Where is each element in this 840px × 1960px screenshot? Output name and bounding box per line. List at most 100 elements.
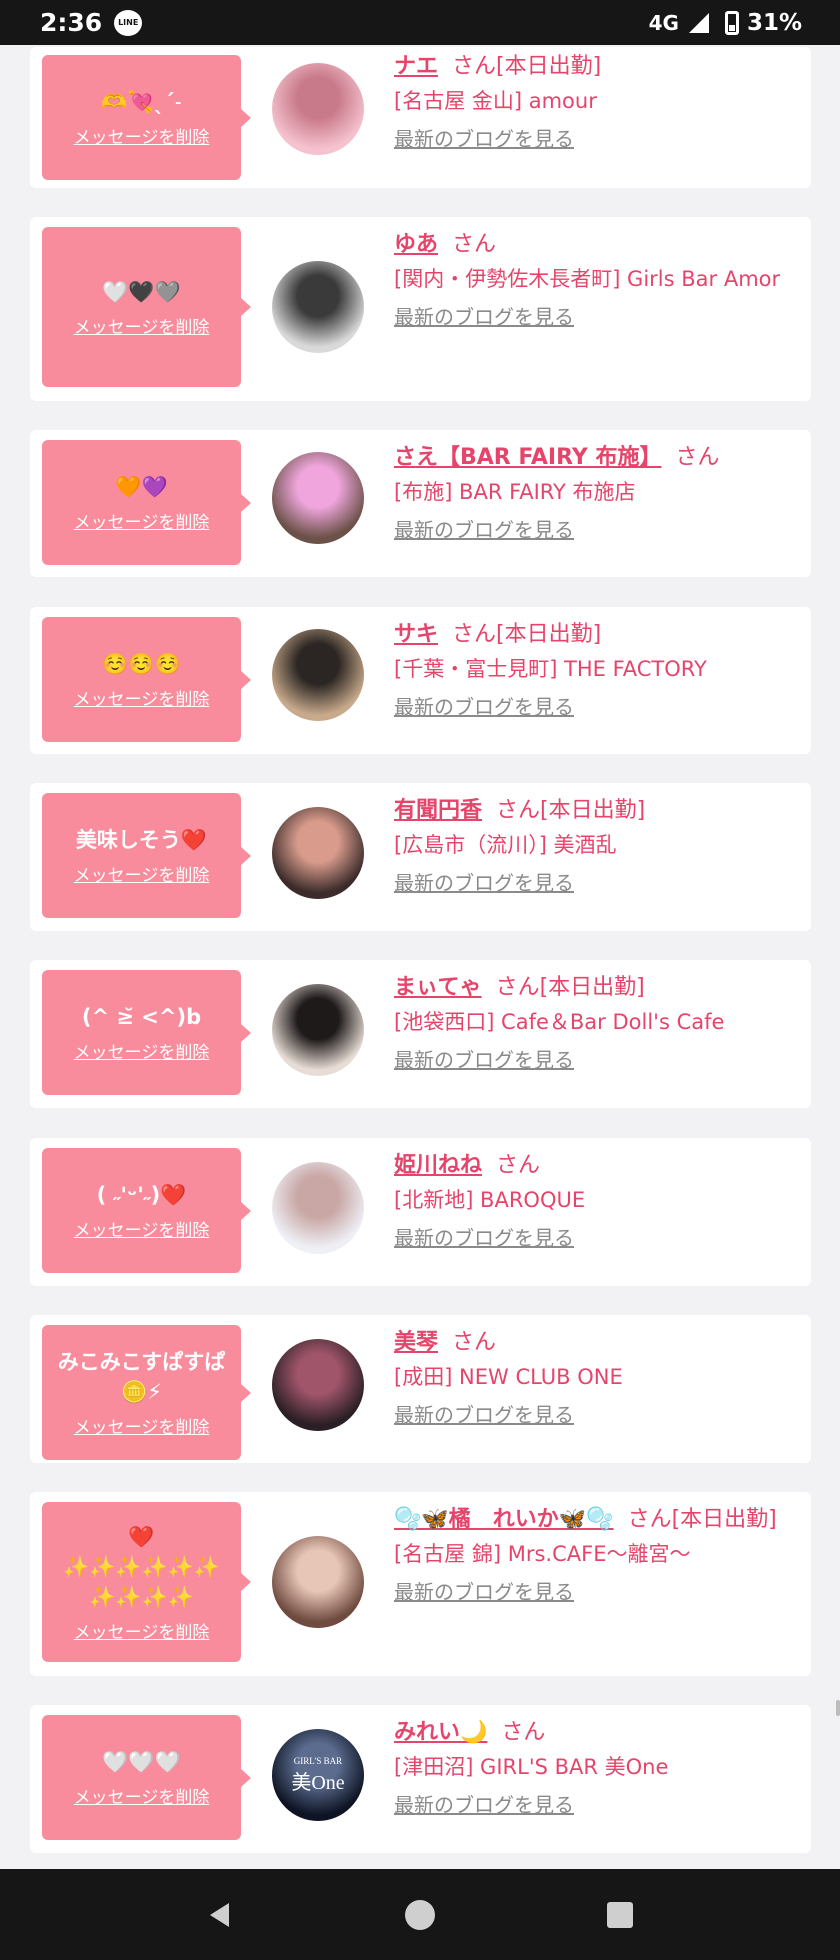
list-item: 🤍🤍🤍 メッセージを削除 GIRL'S BAR 美One みれい🌙 さん [津田沼] GIR…: [30, 1705, 811, 1853]
message-text: 🫶💘ˎˊ˗: [101, 90, 182, 114]
message-text: 🤍🤍🤍: [102, 1750, 181, 1774]
avatar[interactable]: [272, 1339, 364, 1431]
cast-name-link[interactable]: 姫川ねね: [394, 1153, 482, 1178]
shop-name: [池袋西口] Cafe＆Bar Doll's Cafe: [394, 1010, 725, 1034]
delete-message-link[interactable]: メッセージを削除: [74, 1618, 210, 1643]
avatar[interactable]: [272, 1162, 364, 1254]
latest-blog-link[interactable]: 最新のブログを見る: [394, 1046, 574, 1074]
delete-message-link[interactable]: メッセージを削除: [74, 861, 210, 886]
message-bubble: みこみこすぱすぱ🪙⚡ メッセージを削除: [42, 1325, 251, 1460]
name-line: ナエ さん[本日出勤]: [394, 51, 809, 83]
cast-name-link[interactable]: まぃてゃ: [394, 975, 482, 1000]
latest-blog-link[interactable]: 最新のブログを見る: [394, 1578, 574, 1606]
home-icon: [405, 1899, 435, 1930]
message-bubble: 美味しそう❤️ メッセージを削除: [42, 793, 251, 918]
back-icon: [210, 1902, 229, 1927]
shop-name: [成田] NEW CLUB ONE: [394, 1365, 623, 1389]
delete-message-link[interactable]: メッセージを削除: [74, 1038, 210, 1063]
cast-name-link[interactable]: さえ【BAR FAIRY 布施】: [394, 445, 661, 470]
delete-message-link[interactable]: メッセージを削除: [74, 685, 210, 710]
avatar[interactable]: GIRL'S BAR 美One: [272, 1729, 364, 1821]
cast-name-link[interactable]: 🫧🦋橘 れいか🦋🫧: [394, 1507, 614, 1532]
latest-blog-link[interactable]: 最新のブログを見る: [394, 1224, 574, 1252]
delete-message-link[interactable]: メッセージを削除: [74, 1216, 210, 1241]
latest-blog-link[interactable]: 最新のブログを見る: [394, 1791, 574, 1819]
honorific-status: さん[本日出勤]: [452, 54, 602, 79]
cast-info: 姫川ねね さん [北新地] BAROQUE 最新のブログを見る: [394, 1150, 809, 1252]
honorific-status: さん: [501, 1720, 546, 1745]
list-item: ( ˶'ᵕ'˶)❤️ メッセージを削除 姫川ねね さん [北新地] BAROQUE 最新の…: [30, 1138, 811, 1286]
list-item: 美味しそう❤️ メッセージを削除 有聞円香 さん[本日出勤] [広島市（流川）] 美酒乱…: [30, 783, 811, 931]
cast-name-link[interactable]: サキ: [394, 622, 438, 647]
name-line: 🫧🦋橘 れいか🦋🫧 さん[本日出勤]: [394, 1504, 809, 1536]
back-button[interactable]: [190, 1885, 250, 1945]
shop-name: [津田沼] GIRL'S BAR 美One: [394, 1755, 669, 1779]
shop-name: [広島市（流川）] 美酒乱: [394, 833, 617, 857]
scrollbar[interactable]: [836, 1700, 840, 1716]
delete-message-link[interactable]: メッセージを削除: [74, 1783, 210, 1808]
cast-info: サキ さん[本日出勤] [千葉・富士見町] THE FACTORY 最新のブログを見る: [394, 619, 809, 721]
message-bubble: ❤️ ✨✨✨✨✨✨ ✨✨✨✨ メッセージを削除: [42, 1502, 251, 1662]
cast-name-link[interactable]: ゆあ: [394, 232, 438, 257]
delete-message-link[interactable]: メッセージを削除: [74, 1413, 210, 1438]
cast-info: 🫧🦋橘 れいか🦋🫧 さん[本日出勤] [名古屋 錦] Mrs.CAFE〜離宮〜最新の…: [394, 1504, 809, 1606]
name-line: 有聞円香 さん[本日出勤]: [394, 795, 809, 827]
delete-message-link[interactable]: メッセージを削除: [74, 508, 210, 533]
shop-name: [名古屋 金山] amour: [394, 89, 597, 113]
message-text: ( ˶'ᵕ'˶)❤️: [96, 1183, 187, 1207]
honorific-status: さん[本日出勤]: [496, 798, 646, 823]
cast-name-link[interactable]: みれい🌙: [394, 1720, 487, 1745]
avatar[interactable]: [272, 63, 364, 155]
avatar[interactable]: [272, 807, 364, 899]
line-app-icon: LINE: [114, 9, 143, 36]
battery-icon: [724, 10, 739, 35]
list-item: ❤️ ✨✨✨✨✨✨ ✨✨✨✨ メッセージを削除 🫧🦋橘 れいか🦋🫧 さん[本日出勤] […: [30, 1492, 811, 1676]
avatar[interactable]: [272, 984, 364, 1076]
latest-blog-link[interactable]: 最新のブログを見る: [394, 516, 574, 544]
cast-info: さえ【BAR FAIRY 布施】 さん [布施] BAR FAIRY 布施店 最新のブ…: [394, 442, 809, 544]
message-bubble: 🧡💜 メッセージを削除: [42, 440, 251, 565]
avatar[interactable]: [272, 261, 364, 353]
avatar[interactable]: [272, 629, 364, 721]
latest-blog-link[interactable]: 最新のブログを見る: [394, 1401, 574, 1429]
cast-info: ゆあ さん [関内・伊勢佐木長者町] Girls Bar Amor 最新のブログを見る: [394, 229, 809, 331]
honorific-status: さん[本日出勤]: [495, 975, 645, 1000]
message-text: みこみこすぱすぱ🪙⚡: [57, 1350, 226, 1404]
cast-info: ナエ さん[本日出勤] [名古屋 金山] amour 最新のブログを見る: [394, 51, 809, 153]
battery-percent: 31%: [746, 9, 802, 36]
list-item: ☺️☺️☺️ メッセージを削除 サキ さん[本日出勤] [千葉・富士見町] THE FA…: [30, 607, 811, 754]
delete-message-link[interactable]: メッセージを削除: [74, 313, 210, 338]
honorific-status: さん: [496, 1153, 541, 1178]
latest-blog-link[interactable]: 最新のブログを見る: [394, 125, 574, 153]
status-bar: 2:36 LINE 4G 31%: [0, 0, 840, 45]
latest-blog-link[interactable]: 最新のブログを見る: [394, 303, 574, 331]
delete-message-link[interactable]: メッセージを削除: [74, 123, 210, 148]
cast-name-link[interactable]: 美琴: [394, 1330, 438, 1355]
avatar[interactable]: [272, 452, 364, 544]
latest-blog-link[interactable]: 最新のブログを見る: [394, 693, 574, 721]
home-button[interactable]: [390, 1885, 450, 1945]
list-item: 🧡💜 メッセージを削除 さえ【BAR FAIRY 布施】 さん [布施] BAR FAI…: [30, 430, 811, 577]
honorific-status: さん: [452, 232, 497, 257]
avatar-logo-text: 美One: [291, 1771, 345, 1794]
signal-icon: [687, 12, 711, 34]
honorific-status: さん[本日出勤]: [452, 622, 602, 647]
cast-name-link[interactable]: 有聞円香: [394, 798, 482, 823]
cast-name-link[interactable]: ナエ: [394, 54, 438, 79]
avatar[interactable]: [272, 1536, 364, 1628]
recents-button[interactable]: [590, 1885, 650, 1945]
honorific-status: さん: [675, 445, 720, 470]
shop-name: [関内・伊勢佐木長者町] Girls Bar Amor: [394, 267, 781, 291]
latest-blog-link[interactable]: 最新のブログを見る: [394, 869, 574, 897]
message-text: 🧡💜: [115, 475, 168, 499]
name-line: サキ さん[本日出勤]: [394, 619, 809, 651]
name-line: 美琴 さん: [394, 1327, 809, 1359]
message-bubble: ( ˶'ᵕ'˶)❤️ メッセージを削除: [42, 1148, 251, 1273]
list-item: 🤍🖤🩶 メッセージを削除 ゆあ さん [関内・伊勢佐木長者町] Girls Bar Am…: [30, 217, 811, 401]
cast-info: 美琴 さん [成田] NEW CLUB ONE 最新のブログを見る: [394, 1327, 809, 1429]
message-bubble: 🤍🖤🩶 メッセージを削除: [42, 227, 251, 387]
recents-icon: [607, 1901, 633, 1928]
navigation-bar: [0, 1869, 840, 1960]
message-bubble: ☺️☺️☺️ メッセージを削除: [42, 617, 251, 742]
shop-name: [名古屋 錦] Mrs.CAFE〜離宮〜: [394, 1542, 691, 1566]
